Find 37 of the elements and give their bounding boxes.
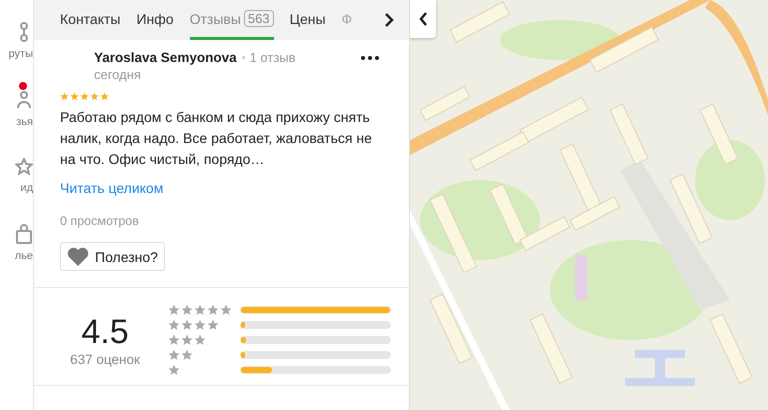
nav-label[interactable]: лье: [14, 250, 33, 262]
stars-icon: [168, 364, 180, 376]
collapse-panel-button[interactable]: [410, 0, 436, 38]
stars-icon: [168, 319, 219, 331]
nav-label[interactable]: руты: [8, 48, 33, 60]
star-icon: [80, 92, 89, 101]
author-review-count: 1 отзыв: [250, 50, 296, 65]
star-icon: [70, 92, 79, 101]
rating-count: 637 оценок: [70, 352, 140, 367]
bag-icon[interactable]: [15, 224, 33, 244]
chevron-left-icon: [418, 12, 428, 26]
tab[interactable]: Отзывы 563: [190, 0, 274, 40]
star-icon: [90, 92, 99, 101]
nav-label[interactable]: зья: [16, 116, 33, 128]
heart-icon: [67, 247, 89, 266]
chevron-right-icon: [384, 13, 394, 27]
stars-icon: [168, 334, 206, 346]
rating-score: 4.5: [81, 312, 129, 352]
review-text: Работаю рядом с банком и сюда прихожу снять налик, когда надо. Все работает, жаловаться не на что. Офис чистый, порядо…: [60, 108, 373, 169]
star-outline-icon[interactable]: [15, 158, 33, 176]
views-count: 0 просмотров: [60, 214, 140, 228]
more-icon: [361, 56, 379, 60]
tab[interactable]: Цены: [290, 0, 326, 40]
read-more-link[interactable]: Читать целиком: [60, 180, 164, 196]
count-badge: 563: [244, 10, 274, 27]
review-date: сегодня: [94, 67, 142, 82]
stars-icon: [168, 349, 193, 361]
author-name[interactable]: Yaroslava Semyonova: [94, 50, 237, 65]
stars-icon: [168, 304, 232, 316]
star-icon: [60, 92, 69, 101]
star-icon: [100, 92, 109, 101]
nav-label[interactable]: ид: [20, 182, 33, 194]
tab[interactable]: Инфо: [136, 0, 174, 40]
tab[interactable]: Контакты: [60, 0, 120, 40]
helpful-button[interactable]: Полезно?: [60, 242, 165, 271]
people-icon[interactable]: [15, 90, 33, 110]
separator-dot: [242, 56, 245, 59]
